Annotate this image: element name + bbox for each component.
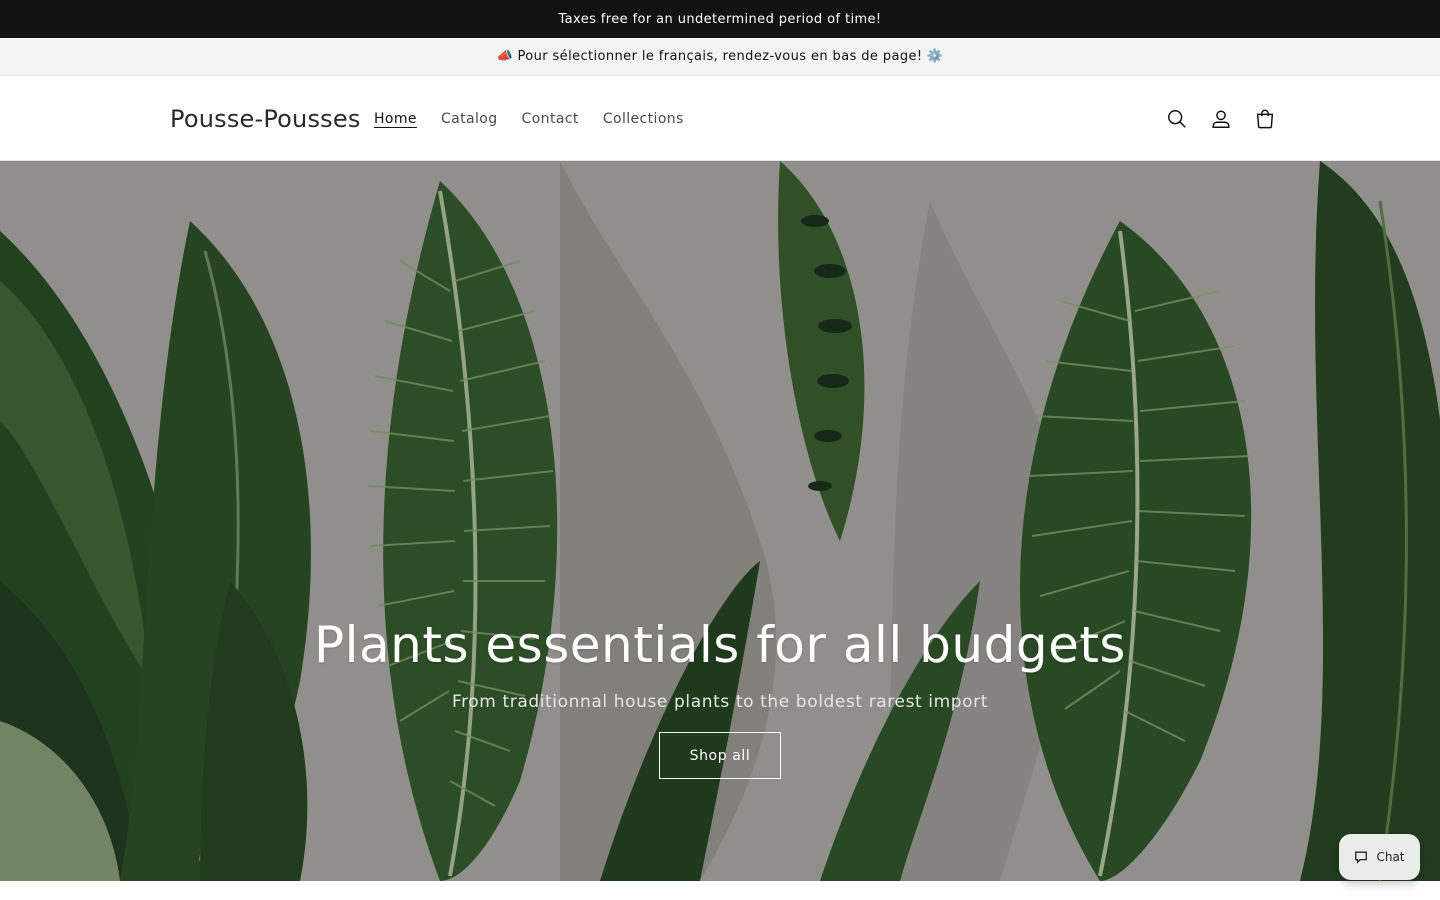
header-icons xyxy=(1162,76,1280,161)
megaphone-icon: 📣 xyxy=(496,49,514,64)
nav-home[interactable]: Home xyxy=(362,105,429,133)
search-icon[interactable] xyxy=(1162,104,1192,134)
hero-subtitle: From traditionnal house plants to the bo… xyxy=(451,692,989,712)
hero-banner: Plants essentials for all budgets From t… xyxy=(0,161,1440,881)
main-nav: Home Catalog Contact Collections xyxy=(362,76,696,161)
gear-icon: ⚙️ xyxy=(926,49,944,64)
nav-catalog[interactable]: Catalog xyxy=(429,105,510,133)
chat-button[interactable]: Chat xyxy=(1339,834,1420,880)
chat-label: Chat xyxy=(1376,850,1405,864)
language-notice-bar: 📣 Pour sélectionner le français, rendez-… xyxy=(0,38,1440,76)
announcement-bar: Taxes free for an undetermined period of… xyxy=(0,0,1440,38)
cart-icon[interactable] xyxy=(1250,104,1280,134)
hero-title: Plants essentials for all budgets xyxy=(314,616,1126,674)
site-header: Pousse-Pousses Home Catalog Contact Coll… xyxy=(0,76,1440,161)
language-notice-text: Pour sélectionner le français, rendez-vo… xyxy=(517,49,923,64)
account-icon[interactable] xyxy=(1206,104,1236,134)
chat-bubble-icon xyxy=(1355,851,1368,864)
nav-contact[interactable]: Contact xyxy=(510,105,591,133)
announcement-text: Taxes free for an undetermined period of… xyxy=(558,11,882,27)
shop-all-button[interactable]: Shop all xyxy=(659,732,781,779)
site-logo[interactable]: Pousse-Pousses xyxy=(170,76,361,161)
nav-collections[interactable]: Collections xyxy=(591,105,696,133)
hero-content: Plants essentials for all budgets From t… xyxy=(0,616,1440,779)
